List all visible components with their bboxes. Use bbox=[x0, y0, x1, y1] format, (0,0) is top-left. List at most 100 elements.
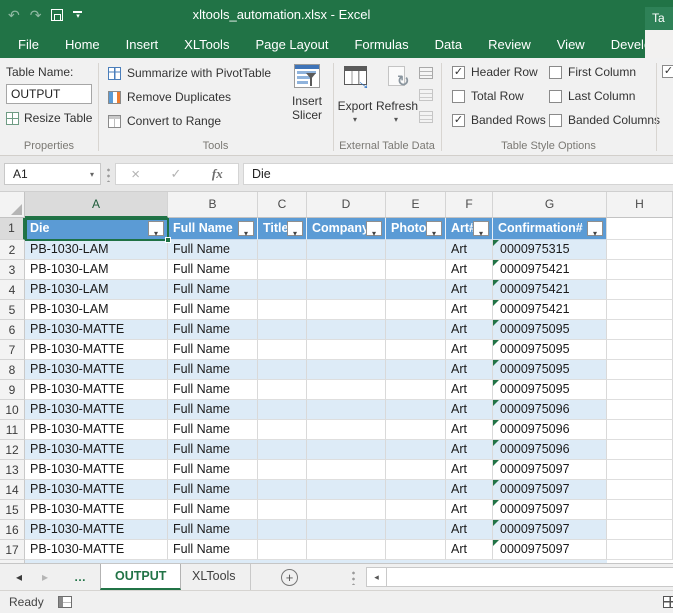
cell-G16[interactable]: 0000975097 bbox=[493, 520, 607, 540]
select-all-corner[interactable] bbox=[0, 192, 25, 218]
cell-B6[interactable]: Full Name bbox=[168, 320, 258, 340]
cell-F6[interactable]: Art bbox=[446, 320, 493, 340]
column-header-G[interactable]: G bbox=[493, 192, 607, 218]
cell-B17[interactable]: Full Name bbox=[168, 540, 258, 560]
filter-button-full-name[interactable]: ▾ bbox=[238, 221, 254, 236]
cell-B10[interactable]: Full Name bbox=[168, 400, 258, 420]
cell-E4[interactable] bbox=[386, 280, 446, 300]
cell-B5[interactable]: Full Name bbox=[168, 300, 258, 320]
formula-input[interactable]: Die bbox=[243, 163, 673, 185]
name-box-dropdown-icon[interactable]: ▾ bbox=[90, 171, 94, 179]
cell-C13[interactable] bbox=[258, 460, 307, 480]
ribbon-tab-view[interactable]: View bbox=[557, 37, 585, 52]
cell-G14[interactable]: 0000975097 bbox=[493, 480, 607, 500]
column-header-D[interactable]: D bbox=[307, 192, 386, 218]
cell-E12[interactable] bbox=[386, 440, 446, 460]
cell-C11[interactable] bbox=[258, 420, 307, 440]
cell-A16[interactable]: PB-1030-MATTE bbox=[25, 520, 168, 540]
cell-F3[interactable]: Art bbox=[446, 260, 493, 280]
row-header-15[interactable]: 15 bbox=[0, 500, 25, 520]
cell-H6[interactable] bbox=[607, 320, 673, 340]
filter-button-art[interactable]: ▾ bbox=[473, 221, 489, 236]
column-header-H[interactable]: H bbox=[607, 192, 673, 218]
data-range-properties-icon[interactable] bbox=[419, 67, 433, 79]
cell-H4[interactable] bbox=[607, 280, 673, 300]
remove-duplicates-button[interactable]: Remove Duplicates bbox=[108, 90, 231, 104]
tab-scroll-splitter[interactable] bbox=[352, 570, 355, 585]
cell-F14[interactable]: Art bbox=[446, 480, 493, 500]
filter-button-title[interactable]: ▾ bbox=[287, 221, 303, 236]
cell-H1[interactable] bbox=[607, 218, 673, 240]
cell-F7[interactable]: Art bbox=[446, 340, 493, 360]
cell-D15[interactable] bbox=[307, 500, 386, 520]
row-header-1[interactable]: 1 bbox=[0, 218, 25, 240]
cell-D16[interactable] bbox=[307, 520, 386, 540]
column-header-C[interactable]: C bbox=[258, 192, 307, 218]
cell-G12[interactable]: 0000975096 bbox=[493, 440, 607, 460]
table-name-input[interactable]: OUTPUT bbox=[6, 84, 92, 104]
filter-button-photo[interactable]: ▾ bbox=[426, 221, 442, 236]
row-header-11[interactable]: 11 bbox=[0, 420, 25, 440]
cell-E17[interactable] bbox=[386, 540, 446, 560]
cell-D11[interactable] bbox=[307, 420, 386, 440]
cell-F15[interactable]: Art bbox=[446, 500, 493, 520]
cell-C14[interactable] bbox=[258, 480, 307, 500]
cell-G10[interactable]: 0000975096 bbox=[493, 400, 607, 420]
cell-H17[interactable] bbox=[607, 540, 673, 560]
cell-G2[interactable]: 0000975315 bbox=[493, 240, 607, 260]
insert-function-icon[interactable]: fx bbox=[212, 166, 223, 182]
cell-G13[interactable]: 0000975097 bbox=[493, 460, 607, 480]
cell-E10[interactable] bbox=[386, 400, 446, 420]
cell-D9[interactable] bbox=[307, 380, 386, 400]
cell-A2[interactable]: PB-1030-LAM bbox=[25, 240, 168, 260]
row-header-12[interactable]: 12 bbox=[0, 440, 25, 460]
ribbon-tab-review[interactable]: Review bbox=[488, 37, 531, 52]
cell-C15[interactable] bbox=[258, 500, 307, 520]
cell-G17[interactable]: 0000975097 bbox=[493, 540, 607, 560]
cell-H13[interactable] bbox=[607, 460, 673, 480]
cell-A14[interactable]: PB-1030-MATTE bbox=[25, 480, 168, 500]
cell-B2[interactable]: Full Name bbox=[168, 240, 258, 260]
checkbox-banded-columns[interactable]: Banded Columns bbox=[549, 113, 660, 127]
cell-C3[interactable] bbox=[258, 260, 307, 280]
cell-H12[interactable] bbox=[607, 440, 673, 460]
row-header-14[interactable]: 14 bbox=[0, 480, 25, 500]
cell-F4[interactable]: Art bbox=[446, 280, 493, 300]
checkbox-filter-button-partial[interactable]: ✓ bbox=[662, 65, 673, 78]
cell-H14[interactable] bbox=[607, 480, 673, 500]
checkbox-total-row[interactable]: Total Row bbox=[452, 89, 524, 103]
cell-G9[interactable]: 0000975095 bbox=[493, 380, 607, 400]
cell-D8[interactable] bbox=[307, 360, 386, 380]
cell-G7[interactable]: 0000975095 bbox=[493, 340, 607, 360]
checkbox-banded-rows[interactable]: ✓Banded Rows bbox=[452, 113, 546, 127]
cell-E9[interactable] bbox=[386, 380, 446, 400]
sheet-nav-left-icon[interactable]: ◂ bbox=[16, 564, 22, 590]
cell-A9[interactable]: PB-1030-MATTE bbox=[25, 380, 168, 400]
ribbon-tab-insert[interactable]: Insert bbox=[126, 37, 159, 52]
cell-A8[interactable]: PB-1030-MATTE bbox=[25, 360, 168, 380]
cell-E6[interactable] bbox=[386, 320, 446, 340]
cell-H11[interactable] bbox=[607, 420, 673, 440]
enter-icon[interactable]: ✓ bbox=[170, 166, 181, 182]
cell-H16[interactable] bbox=[607, 520, 673, 540]
horizontal-scrollbar[interactable] bbox=[387, 567, 673, 587]
refresh-button[interactable]: ↻ Refresh ▾ bbox=[376, 66, 416, 124]
cell-F16[interactable]: Art bbox=[446, 520, 493, 540]
cell-F2[interactable]: Art bbox=[446, 240, 493, 260]
cell-F17[interactable]: Art bbox=[446, 540, 493, 560]
formula-bar-drag-handle[interactable] bbox=[107, 167, 110, 182]
cell-F13[interactable]: Art bbox=[446, 460, 493, 480]
cell-H10[interactable] bbox=[607, 400, 673, 420]
cell-B9[interactable]: Full Name bbox=[168, 380, 258, 400]
cell-D6[interactable] bbox=[307, 320, 386, 340]
cell-G4[interactable]: 0000975421 bbox=[493, 280, 607, 300]
cell-A13[interactable]: PB-1030-MATTE bbox=[25, 460, 168, 480]
table-header-confirmation[interactable]: Confirmation#▾ bbox=[493, 218, 607, 240]
ribbon-tab-xltools[interactable]: XLTools bbox=[184, 37, 229, 52]
checkbox-last-column[interactable]: Last Column bbox=[549, 89, 635, 103]
cell-E2[interactable] bbox=[386, 240, 446, 260]
ribbon-tab-file[interactable]: File bbox=[18, 37, 39, 52]
row-header-4[interactable]: 4 bbox=[0, 280, 25, 300]
cell-A11[interactable]: PB-1030-MATTE bbox=[25, 420, 168, 440]
cell-D17[interactable] bbox=[307, 540, 386, 560]
